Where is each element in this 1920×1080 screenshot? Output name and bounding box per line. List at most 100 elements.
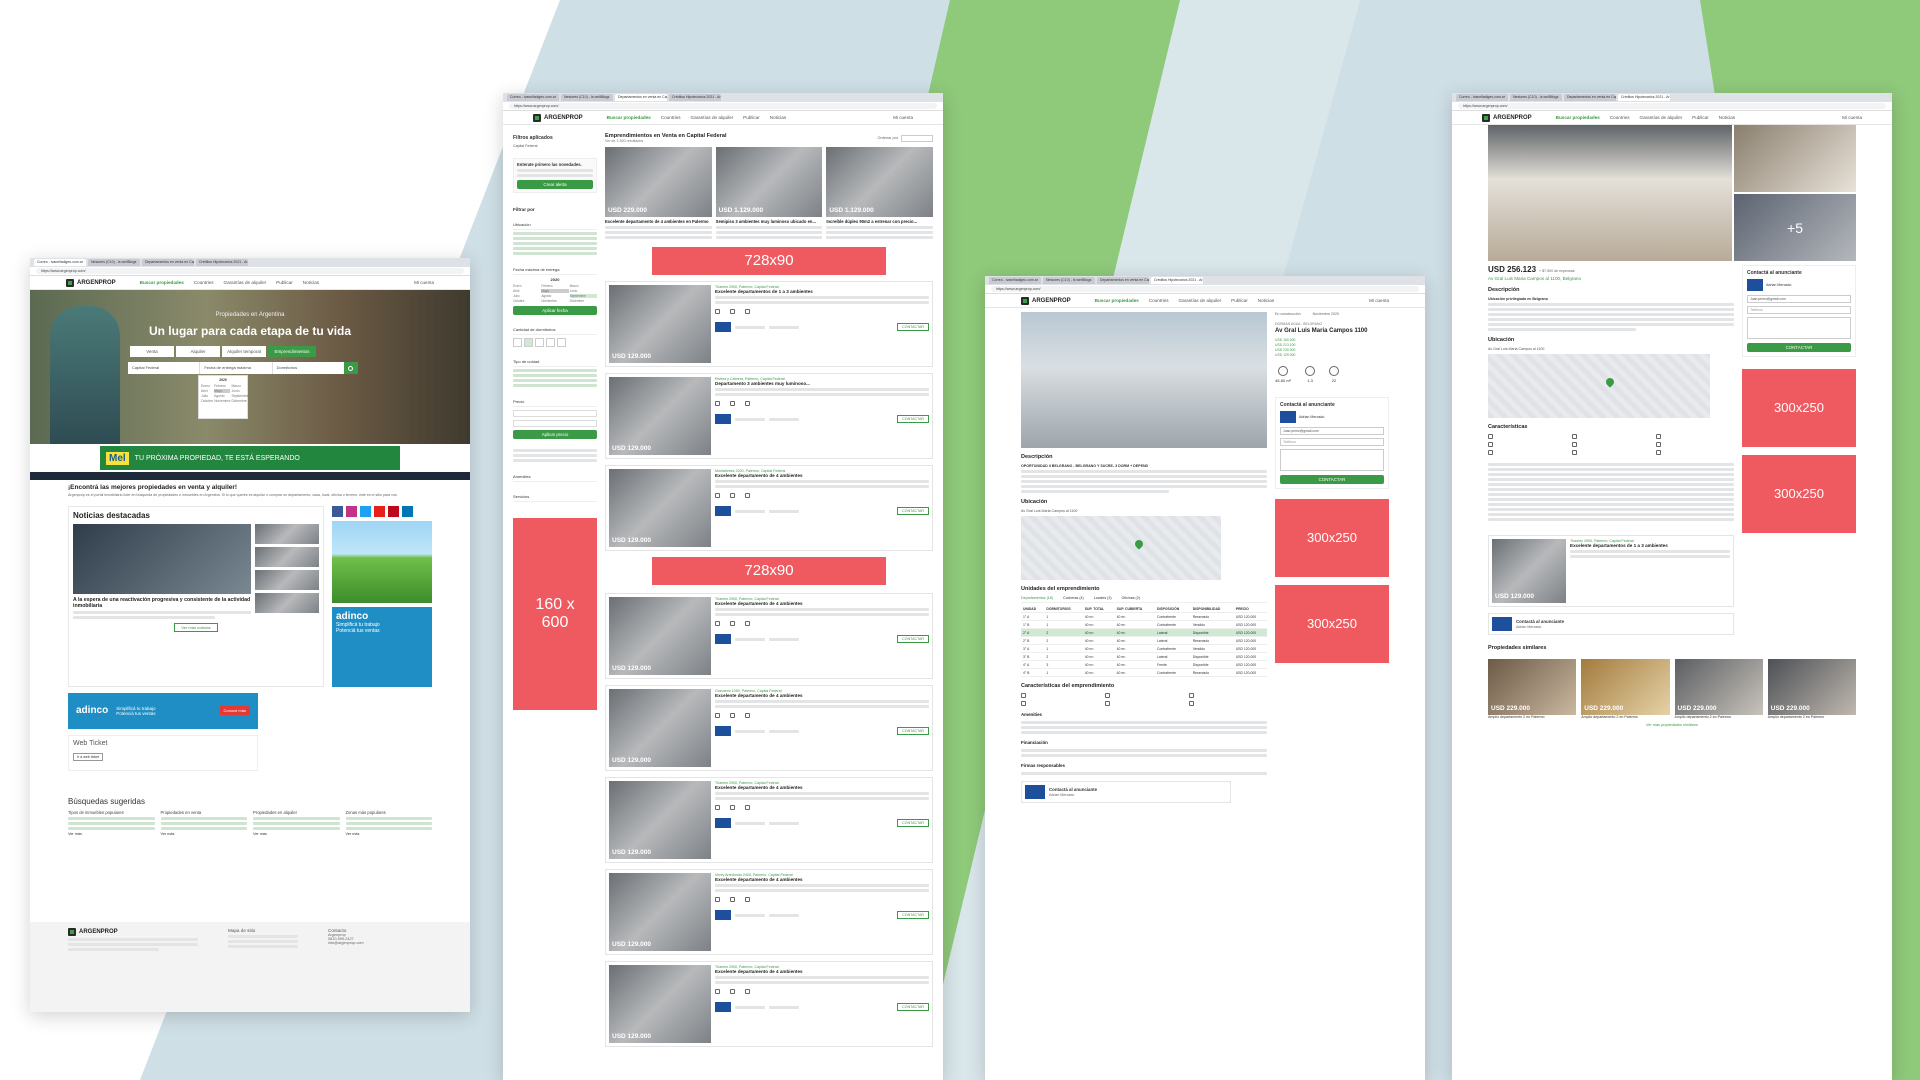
room-option[interactable] (535, 338, 544, 347)
nav-buscar[interactable]: Buscar propiedades (1556, 115, 1600, 120)
tab-alquiler-temporal[interactable]: Alquiler temporal (222, 346, 266, 357)
month[interactable]: Abril (513, 289, 540, 293)
card-photo[interactable]: USD 229.000 (1488, 659, 1577, 715)
card-title[interactable]: Excelente departamento de 4 ambientes (715, 785, 929, 790)
browser-tab[interactable]: Créditos Hipotecarios 2021 - Ar (196, 259, 248, 266)
month[interactable]: Noviembre (541, 299, 568, 303)
browser-tab[interactable]: Créditos Hipotecarios 2021 - Ar (1618, 94, 1670, 101)
unit-row[interactable]: 1° B 1 40 m² 40 m² Contrafrente Vendido USD 12… (1021, 620, 1267, 629)
filter-section[interactable]: Amenities (513, 474, 597, 482)
webticket-button[interactable]: Ir a web ticket (73, 752, 104, 761)
top-card[interactable]: USD 1.129.000 Increíble dúplex 90m2 a est… (826, 147, 933, 241)
leaderboard-banner[interactable]: Mel TU PRÓXIMA PROPIEDAD, TE ESTÁ ESPERA… (100, 446, 400, 470)
month[interactable]: Febrero (541, 284, 568, 288)
nav-noticias[interactable]: Noticias (1258, 298, 1274, 303)
facebook-icon[interactable] (332, 505, 343, 517)
browser-tab[interactable]: Correo - ivanelladigeo.com.ar (989, 277, 1041, 284)
month[interactable]: Julio (513, 294, 540, 298)
listing-card[interactable]: USD 129.000 Thames 2900, Palermo, Capital… (605, 961, 933, 1047)
filter-section[interactable]: Servicios (513, 494, 597, 502)
month[interactable]: Octubre (201, 399, 213, 403)
browser-tab[interactable]: Créditos Hipotecarios 2021 - Ar (669, 94, 721, 101)
month[interactable]: Enero (201, 384, 213, 388)
nav-noticias[interactable]: Noticias (1719, 115, 1735, 120)
leaderboard-ad[interactable]: 728x90 (652, 557, 886, 585)
nav-user[interactable]: Mi cuenta (414, 280, 434, 285)
card-photo[interactable]: USD 129.000 (609, 873, 711, 951)
card-title[interactable]: Amplio departamento 2 en Palermo (1488, 715, 1576, 719)
card-title[interactable]: Amplio departamento 2 en Palermo (1675, 715, 1763, 719)
nav-publicar[interactable]: Publicar (276, 280, 293, 285)
month[interactable]: Abril (201, 389, 213, 393)
search-button[interactable] (343, 362, 358, 374)
contact-button[interactable]: CONTACTAR (897, 635, 929, 643)
month[interactable]: Octubre (513, 299, 540, 303)
card-photo[interactable]: USD 129.000 (609, 965, 711, 1043)
browser-tab[interactable]: Departamentos en venta en Cap (1097, 277, 1149, 284)
alert-button[interactable]: Crear alerta (517, 180, 593, 189)
unit-tab[interactable]: Locales (3) (1094, 596, 1112, 600)
related-card[interactable]: USD 129.000 Thames 2900, Palermo, Capita… (1488, 535, 1734, 607)
ad-image-field[interactable] (332, 520, 432, 603)
contact-button[interactable]: CONTACTAR (1747, 343, 1851, 352)
see-more-link[interactable]: Ver más (253, 832, 340, 836)
room-option[interactable] (546, 338, 555, 347)
adinco-banner[interactable]: adinco Simplificá tu trabajo Potenciá tus… (68, 692, 258, 729)
youtube-icon[interactable] (374, 505, 385, 517)
card-photo[interactable]: USD 229.000 (605, 147, 712, 217)
linkedin-icon[interactable] (402, 505, 413, 517)
apply-price-button[interactable]: Aplicar precio (513, 430, 597, 439)
nav-garantias[interactable]: Garantías de alquiler (1179, 298, 1222, 303)
top-card[interactable]: USD 1.129.000 Semipiso 3 ambientes muy lu… (715, 147, 823, 241)
month[interactable]: Agosto (541, 294, 568, 298)
nav-countries[interactable]: Countries (194, 280, 214, 285)
card-title[interactable]: Excelente departamento de 4 ambientes (715, 473, 929, 478)
ad-box[interactable]: 300x250 (1275, 499, 1389, 578)
apply-date-button[interactable]: Aplicar fecha (513, 306, 597, 315)
month[interactable]: Mayo (214, 389, 231, 393)
card-photo[interactable]: USD 129.000 (609, 377, 711, 455)
card-photo[interactable]: USD 1.129.000 (715, 147, 823, 217)
browser-tab[interactable]: Departamentos en venta en Cap (1564, 94, 1616, 101)
similar-card[interactable]: USD 229.000 Amplio departamento 2 en Pale… (1674, 659, 1763, 719)
month[interactable]: Febrero (214, 384, 230, 388)
thumb-photo[interactable] (1734, 125, 1856, 192)
filter-chip[interactable]: Capital Federal (513, 144, 597, 148)
unit-tab[interactable]: Cocheras (4) (1063, 596, 1084, 600)
browser-tab[interactable]: Correo - ivanelladigeo.com.ar (1456, 94, 1508, 101)
tab-alquiler[interactable]: Alquiler (176, 346, 220, 357)
map-pin-icon[interactable] (1604, 376, 1616, 388)
card-title[interactable]: Excelente departamentos de 1 a 3 ambient… (715, 289, 929, 294)
card-photo[interactable]: USD 1.129.000 (826, 147, 933, 217)
similar-card[interactable]: USD 229.000 Amplio departamento 2 en Pale… (1581, 659, 1670, 719)
month[interactable]: Septiembre (569, 294, 597, 298)
instagram-icon[interactable] (346, 505, 357, 517)
message-input[interactable] (1280, 449, 1384, 472)
month[interactable]: Marzo (231, 384, 248, 388)
browser-tab[interactable]: Nestores (C10) - Is.wellBlogs (88, 259, 140, 266)
listing-card[interactable]: USD 129.000 Montañeses 2200, Palermo, Cap… (605, 465, 933, 551)
listing-card[interactable]: USD 129.000 Guevarrio 1050, Palermo, Capi… (605, 685, 933, 771)
card-title[interactable]: Excelente departamento de 4 ambientes (715, 601, 929, 606)
nav-user[interactable]: Mi cuenta (1369, 298, 1389, 303)
nav-user[interactable]: Mi cuenta (1842, 115, 1862, 120)
nav-publicar[interactable]: Publicar (1231, 298, 1248, 303)
tab-venta[interactable]: Venta (130, 346, 174, 357)
month[interactable]: Junio (231, 389, 248, 393)
news-thumb[interactable] (255, 592, 319, 613)
filter-section[interactable]: Cantidad de dormitorios (513, 327, 597, 335)
card-title[interactable]: Excelente departamento de 4 ambientes (715, 877, 929, 882)
email-input[interactable]: Juan.perez@gmail.com (1747, 295, 1851, 303)
ad-box[interactable]: 300x250 (1742, 369, 1856, 447)
site-logo[interactable]: ARGENPROP (533, 113, 583, 122)
contact-button[interactable]: CONTACTAR (897, 911, 929, 919)
month[interactable]: Diciembre (231, 399, 248, 403)
see-more-link[interactable]: Ver más (68, 832, 155, 836)
ad-box[interactable]: 300x250 (1742, 455, 1856, 533)
browser-tab[interactable]: Correo - ivanelladigeo.com.ar (507, 94, 559, 101)
browser-tab[interactable]: Nestores (C10) - Is.wellBlogs (561, 94, 613, 101)
card-title[interactable]: Excelente departamento de 4 ambientes en… (605, 219, 712, 224)
tab-emprendimientos[interactable]: Emprendimientos (268, 346, 316, 357)
project-map[interactable] (1021, 516, 1221, 580)
card-photo[interactable]: USD 229.000 (1767, 659, 1856, 715)
